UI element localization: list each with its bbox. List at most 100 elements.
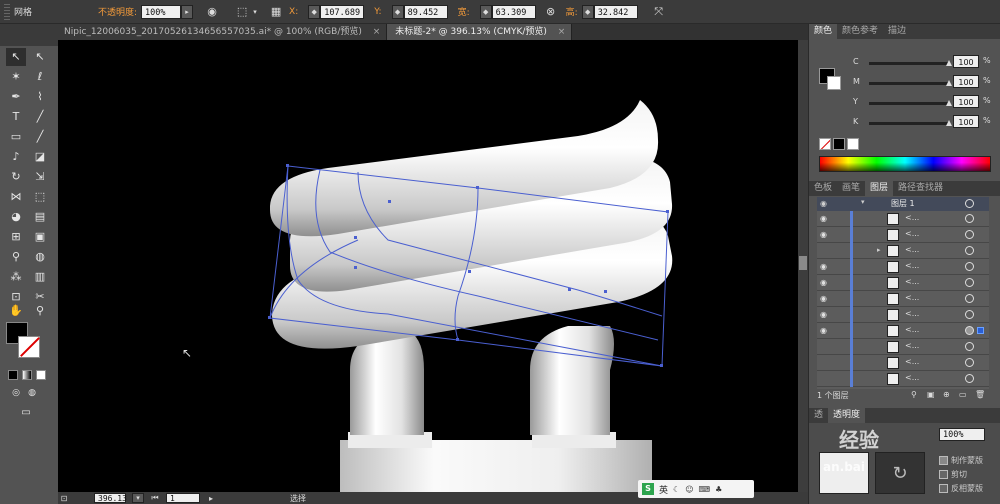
target-circle[interactable] [965, 230, 974, 239]
mask-thumbnail[interactable]: ↻ [875, 452, 925, 494]
slider-handle[interactable] [946, 60, 952, 66]
black-color-swatch[interactable] [833, 138, 845, 150]
clip-checkbox[interactable] [939, 470, 948, 479]
rectangle-tool-icon[interactable]: ▭ [6, 128, 26, 146]
eye-icon[interactable]: ◉ [820, 214, 827, 223]
opacity-field[interactable]: 100% [141, 4, 182, 19]
none-color-swatch[interactable] [819, 138, 831, 150]
grip-handle[interactable] [4, 3, 10, 20]
target-circle[interactable] [965, 358, 974, 367]
symbol-sprayer-tool-icon[interactable]: ⁂ [6, 268, 26, 286]
gradient-mode-swatch[interactable] [22, 370, 32, 380]
target-circle[interactable] [965, 278, 974, 287]
link-proportions-icon[interactable]: ⊗ [542, 4, 560, 20]
invert-mask-checkbox[interactable] [939, 484, 948, 493]
tab-layers[interactable]: 图层 [865, 181, 894, 196]
trash-icon[interactable]: 🗑 [975, 390, 985, 399]
width-stepper[interactable]: ◆ [479, 4, 492, 19]
pen-tool-icon[interactable]: ✒ [6, 88, 26, 106]
rotate-tool-icon[interactable]: ↻ [6, 168, 26, 186]
locate-object-icon[interactable]: ⚲ [911, 390, 917, 399]
transform-reference-icon[interactable]: ⬚ [233, 4, 251, 20]
expand-icon[interactable]: ▾ [861, 198, 865, 206]
hand-tool-icon[interactable]: ✋ [6, 302, 26, 320]
ime-punct-icon[interactable]: ☾ [673, 485, 680, 494]
close-icon[interactable]: × [558, 27, 566, 37]
ime-emoji-icon[interactable]: ☺ [685, 485, 693, 494]
gradient-tool-icon[interactable]: ▣ [30, 228, 50, 246]
target-circle[interactable] [965, 342, 974, 351]
magenta-field[interactable]: 100 [953, 75, 979, 88]
none-mode-swatch[interactable] [36, 370, 46, 380]
direct-selection-tool-icon[interactable]: ↖ [30, 48, 50, 66]
target-circle[interactable] [965, 199, 974, 208]
color-mode-swatch[interactable] [8, 370, 18, 380]
height-stepper[interactable]: ◆ [581, 4, 594, 19]
x-stepper[interactable]: ◆ [308, 4, 321, 19]
close-icon[interactable]: × [373, 27, 381, 37]
ime-keyboard-icon[interactable]: ⌨ [699, 485, 711, 494]
target-circle[interactable] [965, 214, 974, 223]
type-tool-icon[interactable]: T [6, 108, 26, 126]
eraser-tool-icon[interactable]: ◪ [30, 148, 50, 166]
tab-brushes[interactable]: 画笔 [837, 181, 865, 196]
ime-toolbar[interactable]: S 英 ☾ ☺ ⌨ ♣ [638, 480, 754, 498]
eye-icon[interactable]: ◉ [820, 294, 827, 303]
next-page-icon[interactable]: ▸ [206, 490, 216, 504]
artboard-canvas[interactable]: ↖ [58, 40, 798, 492]
eye-icon[interactable]: ◉ [820, 310, 827, 319]
yellow-slider[interactable]: Y 100 % [809, 94, 1000, 112]
artboard-nav-icon[interactable]: ⊡ [58, 490, 70, 504]
page-field[interactable]: 1 [166, 493, 200, 503]
layer-row[interactable]: ◉ <... [817, 211, 989, 227]
magic-wand-tool-icon[interactable]: ✶ [6, 68, 26, 86]
magenta-slider[interactable]: M 100 % [809, 74, 1000, 92]
scale-tool-icon[interactable]: ⇲ [30, 168, 50, 186]
line-tool-icon[interactable]: ╱ [30, 108, 50, 126]
cyan-slider[interactable]: C 100 % [809, 54, 1000, 72]
cyan-field[interactable]: 100 [953, 55, 979, 68]
zoom-dropdown-button[interactable]: ▾ [132, 493, 144, 503]
eye-icon[interactable]: ◉ [820, 230, 827, 239]
layer-row[interactable]: <... [817, 371, 989, 387]
make-mask-checkbox[interactable] [939, 456, 948, 465]
tab-pathfinder[interactable]: 路径查找器 [893, 181, 948, 196]
layer-row[interactable]: ◉ <... [817, 275, 989, 291]
layer-row[interactable]: <... [817, 355, 989, 371]
perspective-grid-tool-icon[interactable]: ▤ [30, 208, 50, 226]
shape-builder-tool-icon[interactable]: ◕ [6, 208, 26, 226]
target-circle[interactable] [965, 294, 974, 303]
draw-inside-icon[interactable]: ◍ [22, 384, 42, 402]
black-slider[interactable]: K 100 % [809, 114, 1000, 132]
layer-row-selected[interactable]: ◉ <... [817, 323, 989, 339]
blend-tool-icon[interactable]: ◍ [30, 248, 50, 266]
slider-handle[interactable] [946, 100, 952, 106]
color-spectrum[interactable] [819, 156, 991, 172]
selection-tool-icon[interactable]: ↖ [6, 48, 26, 66]
eye-icon[interactable]: ◉ [820, 199, 827, 208]
white-color-swatch[interactable] [847, 138, 859, 150]
stroke-swatch[interactable] [18, 336, 40, 358]
first-page-icon[interactable]: ⏮ [150, 490, 160, 504]
layer-row[interactable]: ▸ <... [817, 243, 989, 259]
width-field[interactable]: 63.309 [491, 4, 536, 19]
target-circle[interactable] [965, 374, 974, 383]
transform-icon[interactable]: ⤧ [650, 4, 668, 20]
x-field[interactable]: 107.689 [320, 4, 365, 19]
layer-row[interactable]: ◉ <... [817, 307, 989, 323]
column-graph-tool-icon[interactable]: ▥ [30, 268, 50, 286]
transparency-opacity-field[interactable]: 100% [939, 428, 985, 441]
tab-color-guide[interactable]: 颜色参考 [837, 24, 883, 39]
layer-row[interactable]: ◉ <... [817, 291, 989, 307]
tools-panel-header[interactable] [0, 40, 58, 46]
opacity-dropdown-button[interactable]: ▸ [181, 4, 194, 19]
new-sublayer-icon[interactable]: ⊕ [943, 390, 950, 399]
slider-handle[interactable] [946, 80, 952, 86]
mesh-tool-icon[interactable]: ⊞ [6, 228, 26, 246]
target-circle[interactable] [965, 310, 974, 319]
height-field[interactable]: 32.842 [593, 4, 638, 19]
curvature-tool-icon[interactable]: ⌇ [30, 88, 50, 106]
recolor-icon[interactable]: ◉ [203, 4, 221, 20]
yellow-field[interactable]: 100 [953, 95, 979, 108]
align-grid-icon[interactable]: ▦ [267, 4, 285, 20]
